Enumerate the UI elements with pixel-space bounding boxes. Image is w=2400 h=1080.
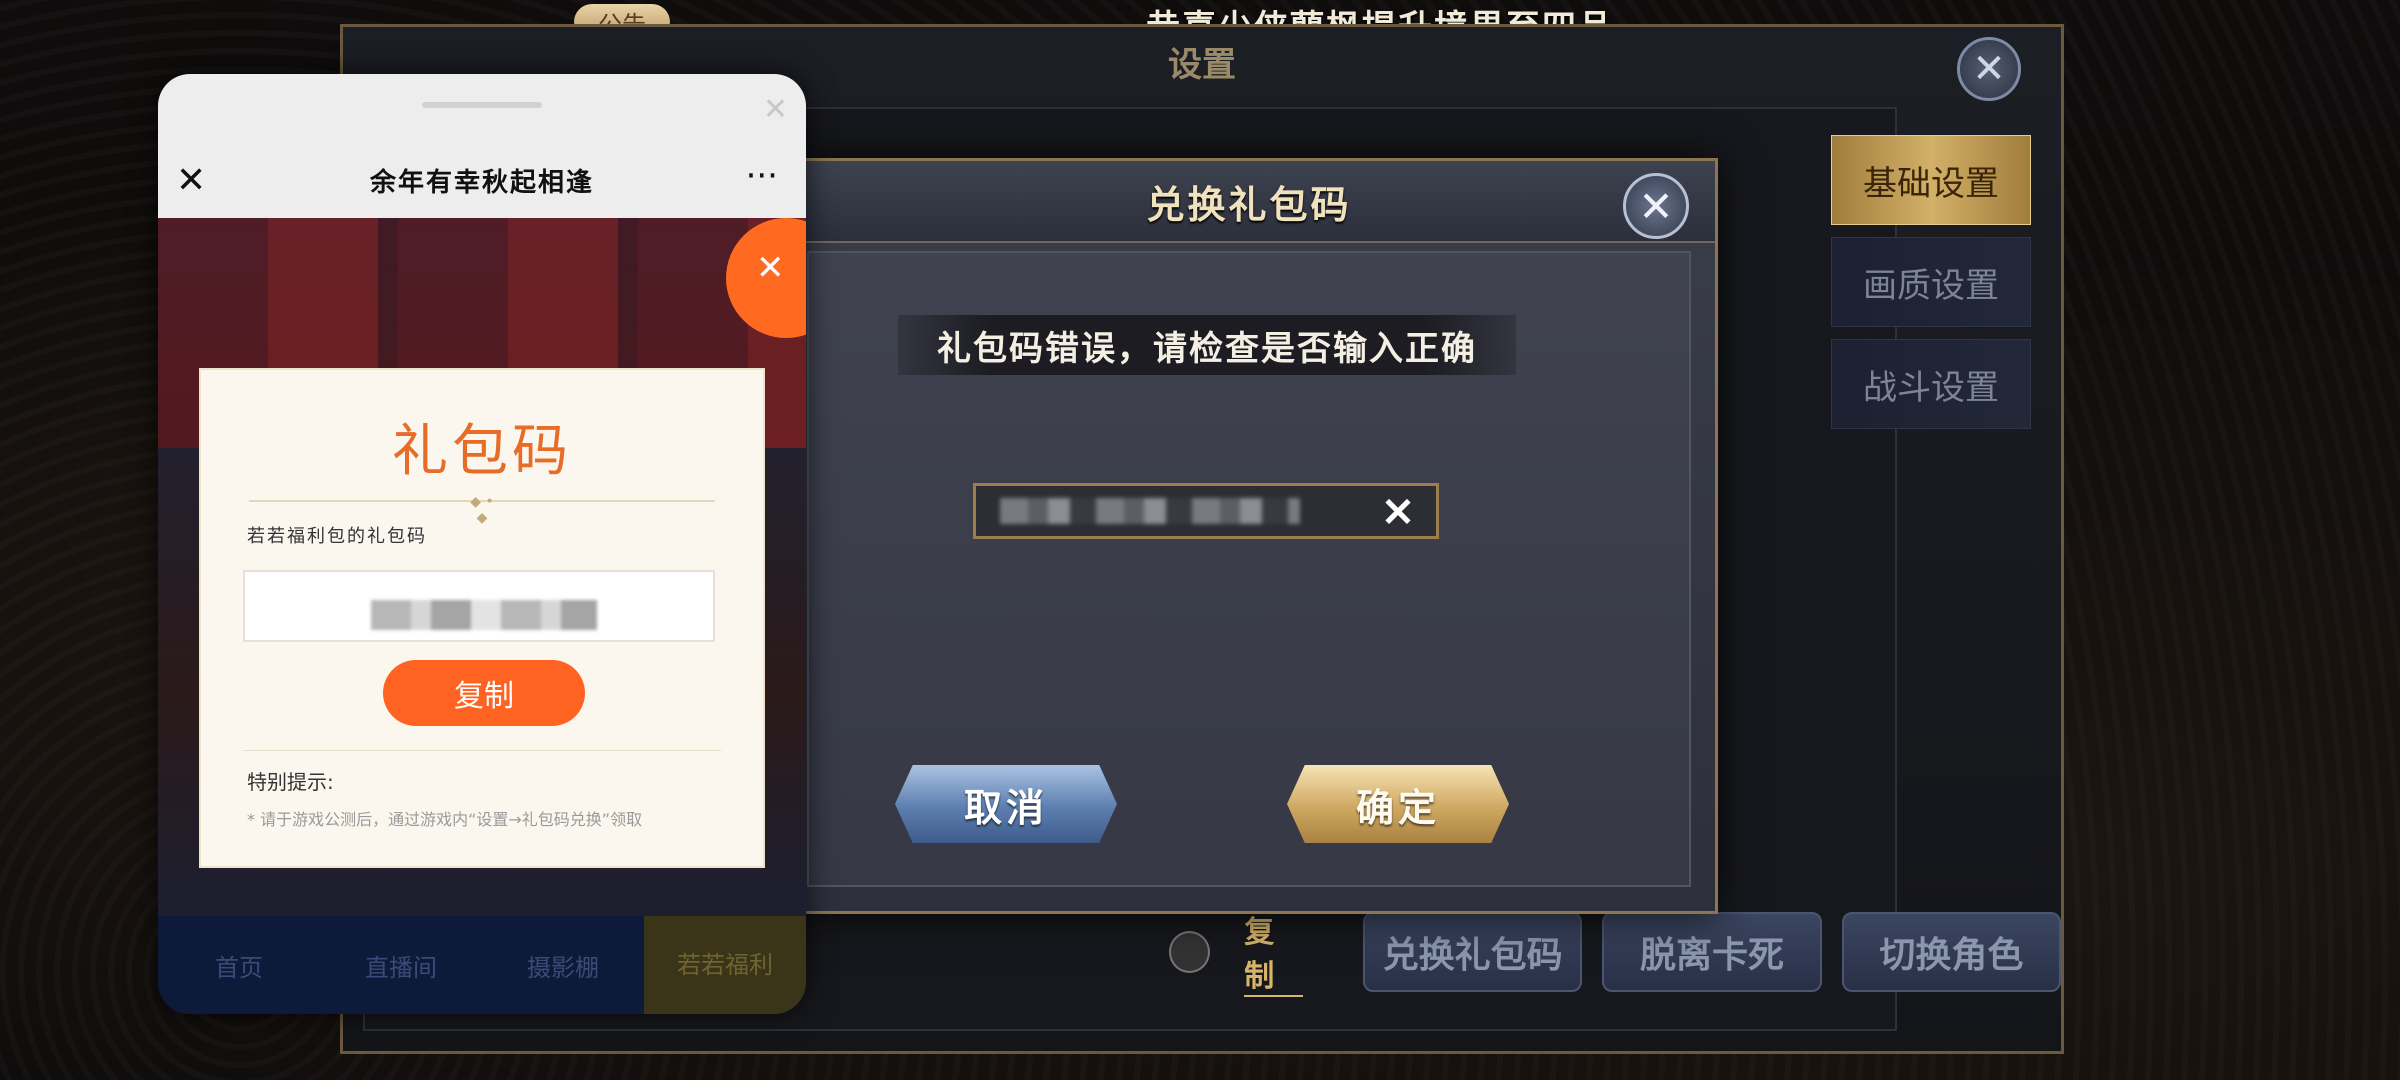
minimize-icon[interactable]: ✕ (763, 92, 788, 127)
copy-icon[interactable] (1169, 931, 1211, 973)
settings-bottom-actions: 复制 兑换礼包码 脱离卡死 切换角色 (1169, 907, 2062, 997)
copy-code-button[interactable]: 复制 (383, 660, 585, 726)
dialog-close-icon[interactable]: ✕ (1623, 173, 1689, 239)
webview-overlay: ✕ ✕ 余年有幸秋起相逢 ··· 首页 直播间 摄影棚 若若福利 ✕ 礼包码 ◆… (158, 74, 806, 1014)
webview-bottom-nav: 首页 直播间 摄影棚 若若福利 (158, 916, 806, 1014)
gift-code-card: 礼包码 ◆ • ◆ 若若福利包的礼包码 复制 特别提示: * 请于游戏公测后，通… (199, 368, 765, 868)
webview-topbar: ✕ ✕ 余年有幸秋起相逢 ··· (158, 74, 806, 218)
clear-input-icon[interactable]: ✕ (1376, 489, 1420, 536)
dialog-title: 兑换礼包码 (1146, 181, 1352, 227)
settings-close-icon[interactable]: ✕ (1957, 37, 2021, 101)
gift-code-display[interactable] (243, 570, 715, 642)
tab-graphics-settings[interactable]: 画质设置 (1831, 237, 2031, 327)
redeem-code-dialog: 兑换礼包码 ✕ 礼包码错误，请检查是否输入正确 ✕ 取消 确定 (780, 158, 1718, 914)
nav-welfare[interactable]: 若若福利 (644, 916, 806, 1014)
tab-combat-settings[interactable]: 战斗设置 (1831, 339, 2031, 429)
dialog-body: 礼包码错误，请检查是否输入正确 ✕ 取消 确定 (807, 251, 1691, 887)
drag-handle[interactable] (422, 102, 542, 108)
error-message: 礼包码错误，请检查是否输入正确 (898, 315, 1516, 375)
webview-title: 余年有幸秋起相逢 (369, 168, 594, 198)
more-options-icon[interactable]: ··· (746, 156, 778, 196)
copy-link[interactable]: 复制 (1244, 907, 1303, 997)
divider (243, 750, 721, 751)
nav-studio[interactable]: 摄影棚 (482, 948, 644, 983)
nav-live-room[interactable]: 直播间 (320, 948, 482, 983)
tab-basic-settings[interactable]: 基础设置 (1831, 135, 2031, 225)
obscured-code-text (371, 600, 597, 630)
confirm-button[interactable]: 确定 (1287, 765, 1509, 843)
obscured-code-text (1000, 498, 1300, 524)
tip-text: * 请于游戏公测后，通过游戏内“设置→礼包码兑换”领取 (247, 810, 643, 829)
gift-code-input[interactable]: ✕ (973, 483, 1439, 539)
unstuck-button[interactable]: 脱离卡死 (1602, 912, 1822, 992)
redeem-code-button[interactable]: 兑换礼包码 (1362, 912, 1583, 992)
close-icon[interactable]: ✕ (756, 248, 785, 288)
divider-ornament-icon: ◆ • ◆ (470, 494, 494, 526)
settings-side-tabs: 基础设置 画质设置 战斗设置 (1831, 135, 2031, 441)
dialog-header: 兑换礼包码 (783, 161, 1715, 243)
gift-card-title: 礼包码 (392, 419, 572, 484)
tip-title: 特别提示: (247, 770, 334, 794)
switch-character-button[interactable]: 切换角色 (1841, 912, 2062, 992)
cancel-button[interactable]: 取消 (895, 765, 1117, 843)
gift-code-label: 若若福利包的礼包码 (247, 526, 427, 547)
nav-home[interactable]: 首页 (158, 948, 320, 983)
